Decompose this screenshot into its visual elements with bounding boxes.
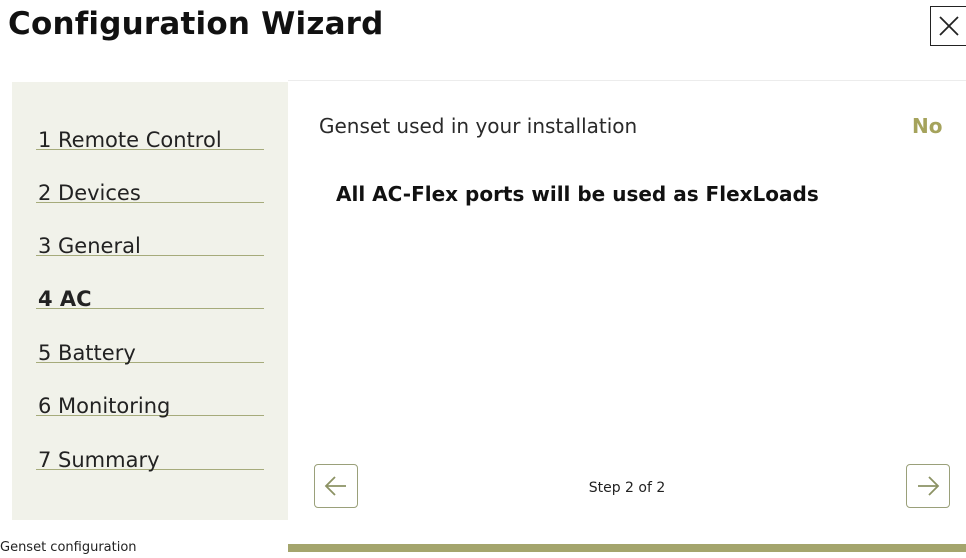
wizard-progress-bar [288, 544, 966, 552]
sidebar-item-label: 5 Battery [38, 341, 136, 365]
header-divider [288, 80, 966, 81]
sidebar-item-label: 4 AC [38, 287, 92, 311]
arrow-right-icon [918, 476, 940, 496]
sidebar-item-label: 7 Summary [38, 448, 160, 472]
sidebar-item-label: 2 Devices [38, 181, 141, 205]
sidebar-item-devices[interactable]: 2 Devices [36, 151, 264, 205]
genset-setting-label: Genset used in your installation [319, 114, 638, 138]
page-title: Configuration Wizard [8, 6, 384, 42]
progress-fill [288, 544, 966, 552]
sidebar-item-label: 6 Monitoring [38, 394, 171, 418]
sidebar-item-ac[interactable]: 4 AC [36, 257, 264, 311]
step-counter: Step 2 of 2 [588, 480, 666, 496]
sidebar-item-general[interactable]: 3 General [36, 204, 264, 258]
configuration-wizard-window: Configuration Wizard 1 Remote Control 2 … [0, 0, 966, 558]
close-icon [939, 16, 959, 36]
sidebar-item-battery[interactable]: 5 Battery [36, 311, 264, 365]
sidebar-item-label: 3 General [38, 234, 141, 258]
footer-section-label: Genset configuration [0, 540, 137, 555]
sidebar-item-label: 1 Remote Control [38, 128, 222, 152]
genset-toggle-value[interactable]: No [912, 114, 942, 138]
sidebar-item-monitoring[interactable]: 6 Monitoring [36, 364, 264, 418]
close-button[interactable] [930, 6, 966, 46]
next-button[interactable] [906, 464, 950, 508]
sidebar-item-summary[interactable]: 7 Summary [36, 418, 264, 472]
wizard-content-panel: Genset used in your installation No All … [288, 82, 966, 520]
flexloads-info-text: All AC-Flex ports will be used as FlexLo… [336, 182, 819, 206]
sidebar-item-remote-control[interactable]: 1 Remote Control [36, 98, 264, 152]
wizard-steps-sidebar: 1 Remote Control 2 Devices 3 General 4 A… [12, 82, 288, 520]
